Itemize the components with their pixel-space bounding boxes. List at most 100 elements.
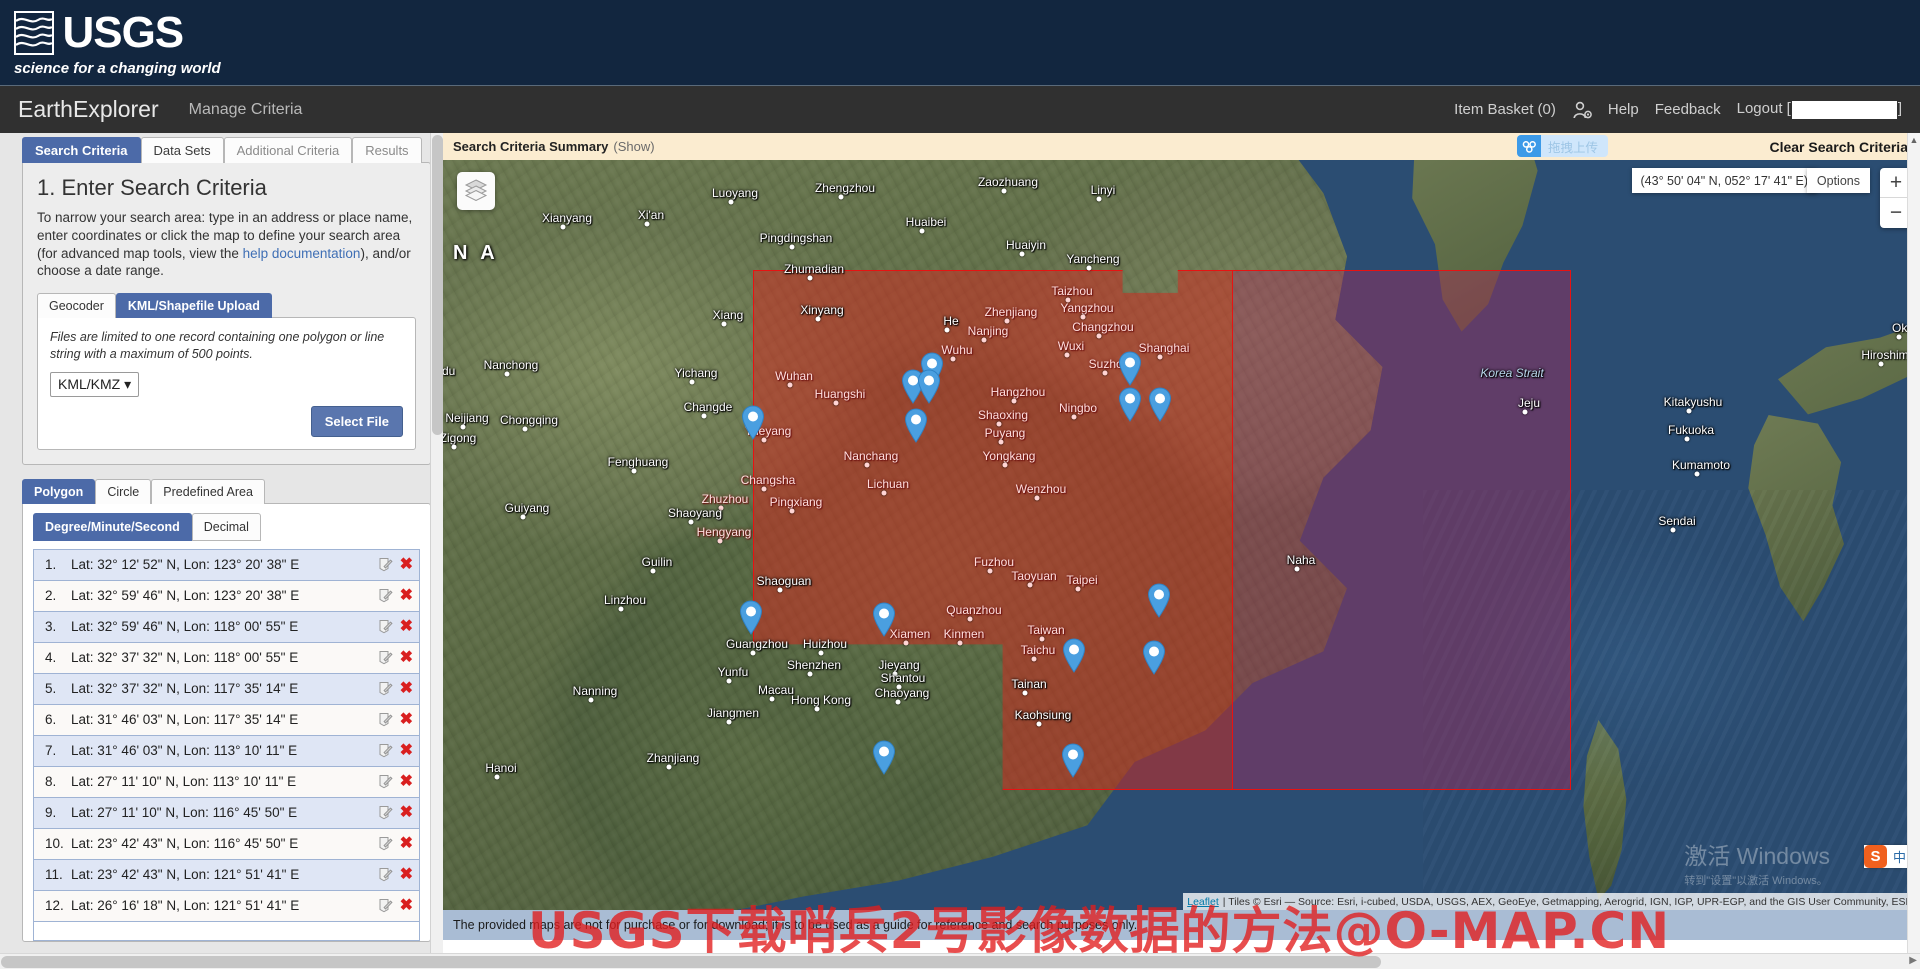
map-options-button[interactable]: Options — [1807, 168, 1870, 193]
help-link[interactable]: Help — [1608, 101, 1639, 118]
tab-circle[interactable]: Circle — [95, 479, 151, 504]
search-area-polygon-overlap[interactable] — [1233, 270, 1571, 790]
delete-coordinate-icon[interactable]: ✖ — [400, 898, 413, 914]
delete-coordinate-icon[interactable]: ✖ — [400, 774, 413, 790]
usgs-tagline: science for a changing world — [14, 60, 221, 77]
map-pin-marker[interactable] — [872, 739, 897, 775]
note-edit-icon[interactable] — [378, 681, 393, 696]
coordinate-value: Lat: 27° 11' 10" N, Lon: 113° 10' 11" E — [71, 774, 378, 789]
note-edit-icon[interactable] — [378, 557, 393, 572]
coordinate-row[interactable]: 3.Lat: 32° 59' 46" N, Lon: 118° 00' 55" … — [34, 612, 419, 643]
usgs-logo[interactable]: USGS science for a changing world — [14, 8, 221, 77]
delete-coordinate-icon[interactable]: ✖ — [400, 619, 413, 635]
map-pin-marker[interactable] — [904, 407, 929, 443]
map-pin-marker[interactable] — [1062, 637, 1087, 673]
subtab-geocoder[interactable]: Geocoder — [37, 293, 116, 318]
coordinate-row[interactable]: 2.Lat: 32° 59' 46" N, Lon: 123° 20' 38" … — [34, 581, 419, 612]
tab-polygon[interactable]: Polygon — [22, 479, 95, 504]
scroll-right-arrow-icon[interactable]: ▶ — [1909, 955, 1917, 966]
map-pin-marker[interactable] — [1118, 350, 1143, 386]
delete-coordinate-icon[interactable]: ✖ — [400, 681, 413, 697]
coordinate-index: 3. — [45, 619, 71, 634]
coordinate-value: Lat: 32° 12' 52" N, Lon: 123° 20' 38" E — [71, 557, 378, 572]
coordinate-row[interactable]: 9.Lat: 27° 11' 10" N, Lon: 116° 45' 50" … — [34, 798, 419, 829]
tab-decimal[interactable]: Decimal — [192, 513, 261, 541]
coordinate-value: Lat: 31° 46' 03" N, Lon: 113° 10' 11" E — [71, 743, 378, 758]
map-pin-marker[interactable] — [739, 599, 764, 635]
map-pin-marker[interactable] — [917, 368, 942, 404]
note-edit-icon[interactable] — [378, 805, 393, 820]
delete-coordinate-icon[interactable]: ✖ — [400, 805, 413, 821]
coordinate-row-actions: ✖ — [378, 867, 413, 883]
coordinate-row[interactable]: 5.Lat: 32° 37' 32" N, Lon: 117° 35' 14" … — [34, 674, 419, 705]
horizontal-scroll-thumb[interactable] — [1, 956, 1381, 968]
coordinate-row[interactable]: 8.Lat: 27° 11' 10" N, Lon: 113° 10' 11" … — [34, 767, 419, 798]
note-edit-icon[interactable] — [378, 867, 393, 882]
feedback-link[interactable]: Feedback — [1655, 101, 1721, 118]
tab-degree-minute-second[interactable]: Degree/Minute/Second — [33, 513, 192, 541]
page-horizontal-scrollbar[interactable]: ▶ — [0, 953, 1920, 969]
tab-predefined-area[interactable]: Predefined Area — [151, 479, 265, 504]
note-edit-icon[interactable] — [378, 619, 393, 634]
coordinate-row[interactable]: 1.Lat: 32° 12' 52" N, Lon: 123° 20' 38" … — [34, 550, 419, 581]
help-documentation-link[interactable]: help documentation — [243, 246, 361, 261]
map-pin-marker[interactable] — [1142, 639, 1167, 675]
delete-coordinate-icon[interactable]: ✖ — [400, 557, 413, 573]
clear-search-criteria-button[interactable]: Clear Search Criteria — [1769, 139, 1912, 155]
map-pin-marker[interactable] — [872, 601, 897, 637]
coordinate-row[interactable]: 12.Lat: 26° 16' 18" N, Lon: 121° 51' 41"… — [34, 891, 419, 922]
drag-upload-chip[interactable]: 拖拽上传 — [1517, 135, 1608, 157]
tab-results[interactable]: Results — [352, 137, 421, 163]
note-edit-icon[interactable] — [378, 588, 393, 603]
layers-control-button[interactable] — [457, 172, 495, 210]
tab-search-criteria[interactable]: Search Criteria — [22, 137, 141, 163]
coordinate-row[interactable]: 4.Lat: 32° 37' 32" N, Lon: 118° 00' 55" … — [34, 643, 419, 674]
username-field[interactable] — [1792, 101, 1897, 119]
cursor-coordinate-readout: (43° 50' 04" N, 052° 17' 41" E) — [1632, 168, 1818, 193]
chevron-down-icon: ▾ — [124, 376, 131, 392]
coordinate-index: 9. — [45, 805, 71, 820]
manage-criteria-link[interactable]: Manage Criteria — [189, 101, 303, 119]
tab-additional-criteria[interactable]: Additional Criteria — [224, 137, 353, 163]
coordinate-row[interactable]: 7.Lat: 31° 46' 03" N, Lon: 113° 10' 11" … — [34, 736, 419, 767]
note-edit-icon[interactable] — [378, 836, 393, 851]
leaflet-link[interactable]: Leaflet — [1187, 896, 1219, 908]
logout-link[interactable]: Logout [] — [1737, 100, 1902, 118]
note-edit-icon[interactable] — [378, 774, 393, 789]
user-settings-icon[interactable] — [1572, 100, 1592, 120]
search-criteria-panel: Search Criteria Data Sets Additional Cri… — [0, 133, 443, 969]
coordinate-row[interactable]: 11.Lat: 23° 42' 43" N, Lon: 121° 51' 41"… — [34, 860, 419, 891]
map-pin-marker[interactable] — [1148, 386, 1173, 422]
coordinate-list[interactable]: 1.Lat: 32° 12' 52" N, Lon: 123° 20' 38" … — [33, 549, 420, 941]
delete-coordinate-icon[interactable]: ✖ — [400, 743, 413, 759]
item-basket-link[interactable]: Item Basket (0) — [1454, 101, 1556, 118]
delete-coordinate-icon[interactable]: ✖ — [400, 836, 413, 852]
coordinate-index: 5. — [45, 681, 71, 696]
search-criteria-summary-show-toggle[interactable]: (Show) — [613, 139, 654, 154]
coordinate-index: 12. — [45, 898, 71, 913]
select-file-row: Select File — [50, 406, 403, 437]
coordinate-row[interactable]: 6.Lat: 31° 46' 03" N, Lon: 117° 35' 14" … — [34, 705, 419, 736]
note-edit-icon[interactable] — [378, 650, 393, 665]
leaflet-map[interactable]: LuoyangZhengzhouZaozhuangLinyiXianyangXi… — [443, 160, 1920, 910]
delete-coordinate-icon[interactable]: ✖ — [400, 712, 413, 728]
map-pin-marker[interactable] — [1147, 582, 1172, 618]
select-file-button[interactable]: Select File — [311, 406, 403, 437]
left-panel-scrollbar[interactable] — [430, 133, 443, 969]
delete-coordinate-icon[interactable]: ✖ — [400, 867, 413, 883]
map-pin-marker[interactable] — [1061, 742, 1086, 778]
kml-format-select[interactable]: KML/KMZ ▾ — [50, 372, 139, 397]
note-edit-icon[interactable] — [378, 898, 393, 913]
left-panel-scroll-thumb[interactable] — [432, 135, 443, 435]
note-edit-icon[interactable] — [378, 712, 393, 727]
map-pin-marker[interactable] — [1118, 386, 1143, 422]
delete-coordinate-icon[interactable]: ✖ — [400, 650, 413, 666]
tab-data-sets[interactable]: Data Sets — [141, 137, 224, 163]
subtab-kml-shapefile-upload[interactable]: KML/Shapefile Upload — [116, 293, 272, 318]
sogou-ime-indicator[interactable]: S 中 — [1864, 845, 1912, 868]
note-edit-icon[interactable] — [378, 743, 393, 758]
delete-coordinate-icon[interactable]: ✖ — [400, 588, 413, 604]
page-vertical-scrollbar[interactable]: ▲ ▼ — [1907, 133, 1920, 969]
map-pin-marker[interactable] — [741, 404, 766, 440]
coordinate-row[interactable]: 10.Lat: 23° 42' 43" N, Lon: 116° 45' 50"… — [34, 829, 419, 860]
